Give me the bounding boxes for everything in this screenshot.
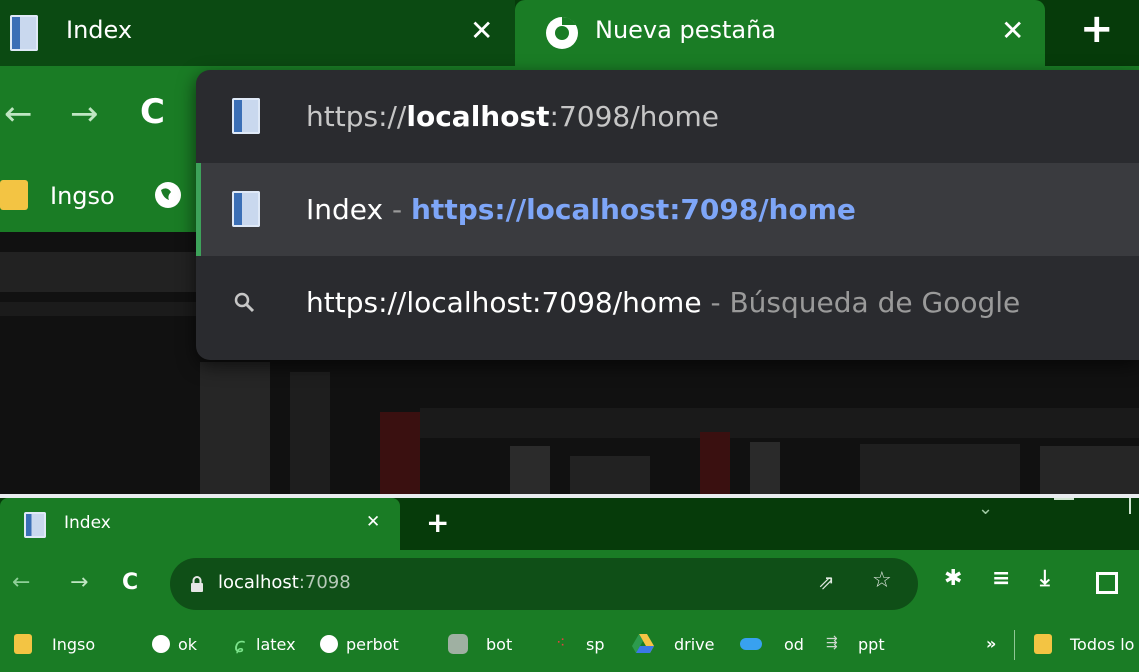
all-bookmarks-folder[interactable]: Todos lo [1070, 635, 1134, 654]
bookmark-bot[interactable]: bot [486, 635, 512, 654]
suggestion-text: https://localhost:7098/home - Búsqueda d… [306, 286, 1021, 319]
globe-icon [152, 635, 170, 653]
page-icon [232, 191, 260, 227]
download-icon[interactable]: ⤓ [1040, 566, 1050, 591]
reload-icon[interactable]: C [140, 92, 165, 132]
back-icon[interactable]: ← [12, 570, 30, 595]
bookmark-latex[interactable]: latex [256, 635, 296, 654]
forward-icon[interactable]: → [70, 570, 88, 595]
reload-icon[interactable]: C [122, 570, 138, 595]
folder-icon [1034, 634, 1052, 654]
page-icon [10, 15, 38, 51]
close-icon[interactable]: ✕ [366, 512, 380, 532]
extensions-icon[interactable]: ✱ [944, 566, 962, 591]
url-text: localhost:7098 [218, 572, 351, 593]
openai-icon [448, 634, 468, 654]
bottom-browser-screenshot: Index ✕ + ⌄ ← → C localhost:7098 ⇗ ☆ ✱ ≡… [0, 498, 1139, 672]
restore-icon[interactable] [1129, 498, 1139, 514]
onedrive-icon [740, 638, 762, 650]
globe-icon [320, 635, 338, 653]
leaf-icon: ɕ [234, 633, 245, 657]
bookmark-perbot[interactable]: perbot [346, 635, 399, 654]
globe-icon[interactable] [153, 180, 183, 210]
suggestion-text: Index - https://localhost:7098/home [306, 193, 856, 226]
tab-index[interactable]: Index ✕ [0, 0, 515, 66]
close-icon[interactable]: ✕ [470, 14, 493, 47]
top-browser-screenshot: Index ✕ Nueva pestaña ✕ + ← → C Ingso ht… [0, 0, 1139, 494]
forward-icon[interactable]: → [70, 94, 99, 134]
bookmark-ppt[interactable]: ppt [858, 635, 885, 654]
omnibox-suggestions: https://localhost:7098/home Index - http… [196, 70, 1139, 360]
bookmark-ok[interactable]: ok [178, 635, 197, 654]
bookmark-ingso[interactable]: Ingso [50, 182, 115, 210]
tab-title: Index [66, 16, 133, 44]
suggestion-text: https://localhost:7098/home [306, 100, 720, 133]
bookmark-ingso[interactable]: Ingso [52, 635, 95, 654]
bookmarks-bar: Ingso ok ɕ latex perbot bot ⁖ sp drive o… [0, 620, 1139, 672]
reading-list-icon[interactable]: ≡ [992, 566, 1010, 591]
folder-icon [0, 180, 28, 210]
page-icon [24, 512, 46, 538]
lock-icon[interactable] [190, 576, 204, 592]
selection-indicator [196, 163, 201, 256]
bookmark-drive[interactable]: drive [674, 635, 715, 654]
tab-index[interactable]: Index ✕ [0, 498, 400, 550]
chevron-down-icon[interactable]: ⌄ [978, 498, 993, 519]
share-icon[interactable]: ⇗ [818, 570, 835, 594]
page-icon [232, 98, 260, 134]
bookmark-od[interactable]: od [784, 635, 804, 654]
tab-title: Nueva pestaña [595, 16, 777, 44]
minimize-icon[interactable] [1054, 498, 1074, 500]
suggestion-row-selected[interactable]: Index - https://localhost:7098/home [196, 163, 1139, 256]
tab-title: Index [64, 513, 111, 533]
new-tab-icon[interactable]: + [426, 506, 449, 539]
back-icon[interactable]: ← [4, 94, 33, 134]
folder-icon [14, 634, 32, 654]
star-icon[interactable]: ☆ [872, 568, 892, 593]
new-tab-icon[interactable]: + [1080, 6, 1114, 52]
close-icon[interactable]: ✕ [1001, 14, 1024, 47]
chrome-icon [546, 16, 578, 49]
address-bar[interactable]: localhost:7098 ⇗ ☆ [170, 558, 918, 610]
sharepoint-icon: ⁖ [556, 633, 566, 652]
google-drive-icon [632, 634, 654, 653]
divider [1014, 630, 1015, 660]
bookmark-sp[interactable]: sp [586, 635, 605, 654]
ppt-icon: ⇶ [826, 635, 838, 651]
side-panel-icon[interactable] [1096, 572, 1118, 594]
suggestion-row[interactable]: https://localhost:7098/home - Búsqueda d… [196, 256, 1139, 349]
more-bookmarks-button[interactable]: » [986, 634, 996, 653]
suggestion-row[interactable]: https://localhost:7098/home [196, 70, 1139, 163]
search-icon [234, 292, 255, 313]
tab-new[interactable]: Nueva pestaña ✕ [515, 0, 1045, 66]
